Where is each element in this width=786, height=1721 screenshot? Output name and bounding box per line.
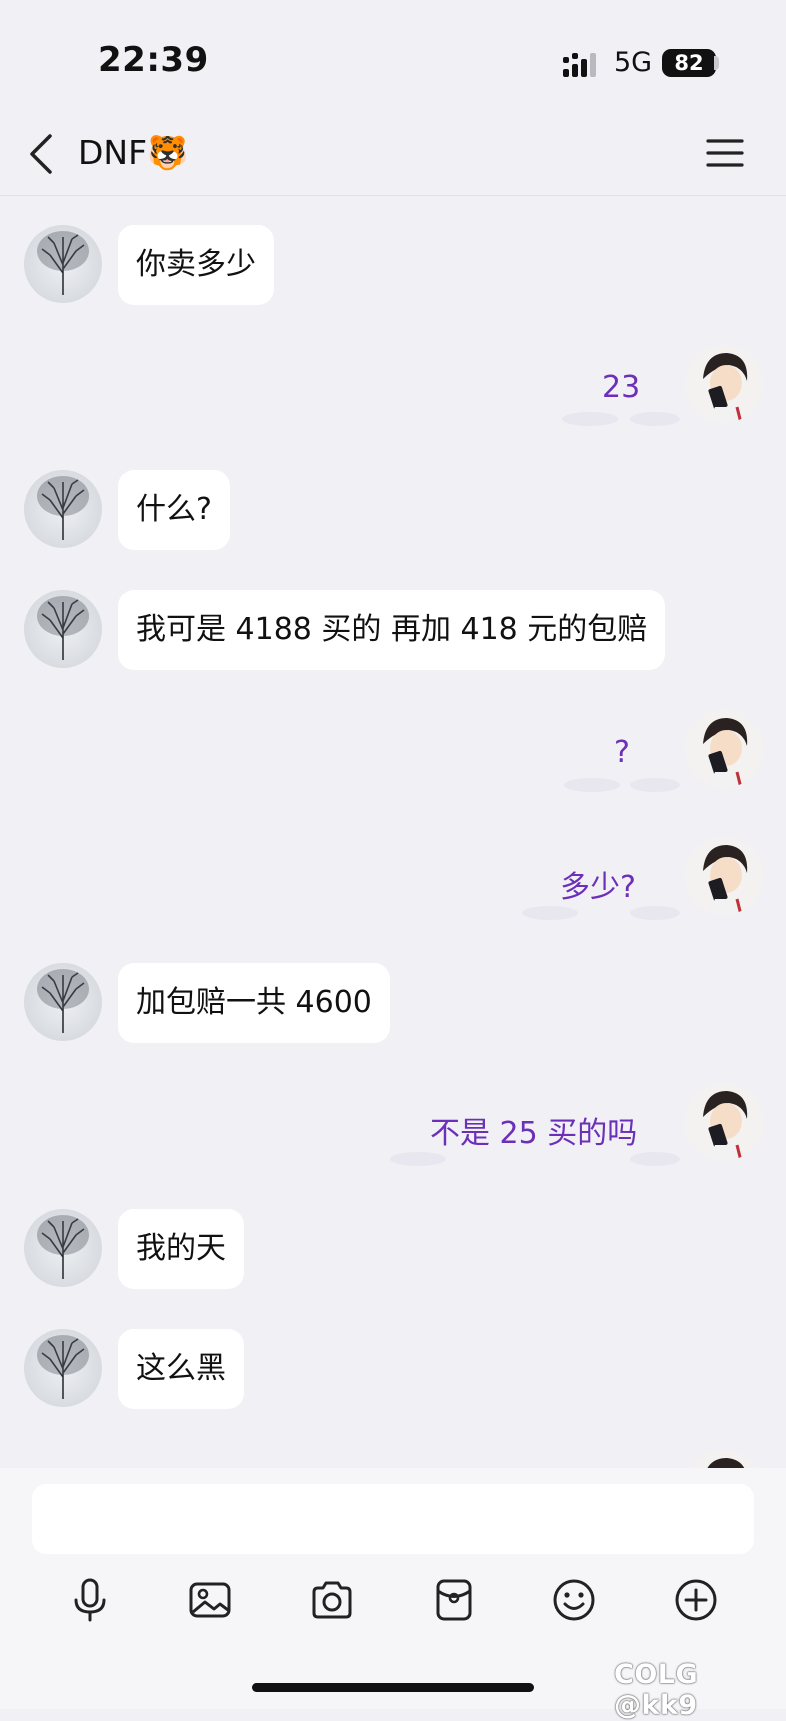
battery-tip (714, 56, 719, 70)
message-ripple (630, 412, 680, 426)
message-bubble[interactable]: 我的天 (118, 1209, 244, 1289)
plus-icon[interactable] (674, 1578, 718, 1622)
contact-avatar[interactable] (24, 470, 102, 548)
message-bubble[interactable]: 加包赔一共 4600 (118, 963, 390, 1043)
tree-avatar-image (37, 1335, 89, 1399)
camera-icon[interactable] (310, 1578, 354, 1622)
message-bubble[interactable]: 我可是 4188 买的 再加 418 元的包赔 (118, 590, 666, 670)
message-input[interactable] (32, 1484, 754, 1554)
message-bubble[interactable]: 什么? (118, 470, 230, 550)
my-message[interactable]: ? (614, 735, 630, 770)
nav-divider (0, 195, 786, 196)
tree-avatar-image (37, 596, 89, 660)
message-ripple (630, 778, 680, 792)
battery-indicator: 82 (662, 49, 716, 77)
my-message[interactable]: 23 (602, 370, 640, 405)
tree-avatar-image (37, 476, 89, 540)
message-ripple (630, 1152, 680, 1166)
contact-avatar[interactable] (24, 590, 102, 668)
watermark: COLG @kk9 (614, 1659, 699, 1721)
anime-avatar-image (703, 1091, 748, 1161)
back-chevron-icon[interactable] (26, 132, 56, 176)
red-packet-icon[interactable] (432, 1578, 476, 1622)
message-bubble[interactable]: 你卖多少 (118, 225, 274, 305)
message-ripple (522, 906, 578, 920)
message-ripple (564, 778, 620, 792)
my-message[interactable]: 多少? (560, 862, 636, 906)
message-ripple (562, 412, 618, 426)
anime-avatar-image (703, 718, 748, 788)
my-avatar[interactable] (685, 345, 763, 423)
message-ripple (630, 906, 680, 920)
contact-avatar[interactable] (24, 225, 102, 303)
contact-avatar[interactable] (24, 1209, 102, 1287)
message-bubble[interactable]: 这么黑 (118, 1329, 244, 1409)
microphone-icon[interactable] (68, 1578, 112, 1622)
image-icon[interactable] (188, 1578, 232, 1622)
home-indicator[interactable] (252, 1683, 534, 1692)
emoji-icon[interactable] (552, 1578, 596, 1622)
my-avatar[interactable] (685, 710, 763, 788)
tree-avatar-image (37, 1215, 89, 1279)
status-time: 22:39 (98, 40, 209, 80)
chat-title: DNF🐯 (78, 133, 189, 172)
signal-icon (563, 53, 596, 77)
message-ripple (390, 1152, 446, 1166)
contact-avatar[interactable] (24, 1329, 102, 1407)
tree-avatar-image (37, 969, 89, 1033)
contact-avatar[interactable] (24, 963, 102, 1041)
tree-avatar-image (37, 231, 89, 295)
my-avatar[interactable] (685, 837, 763, 915)
my-message[interactable]: 不是 25 买的吗 (430, 1108, 637, 1152)
anime-avatar-image (703, 845, 748, 915)
anime-avatar-image (703, 353, 748, 423)
menu-icon[interactable] (706, 137, 744, 169)
battery-level: 82 (674, 51, 704, 75)
my-avatar[interactable] (685, 1083, 763, 1161)
network-type: 5G (614, 47, 653, 78)
